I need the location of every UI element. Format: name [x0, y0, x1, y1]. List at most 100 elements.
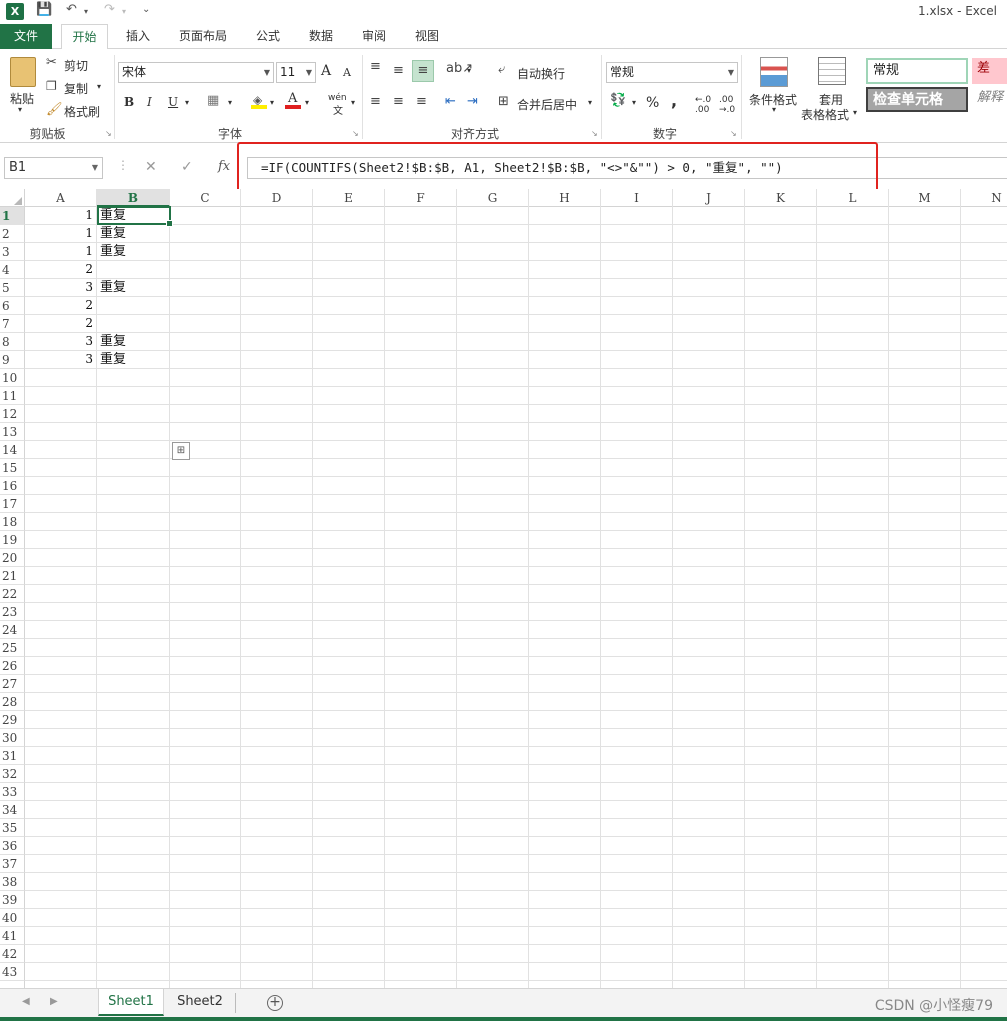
cell-d28[interactable]: [241, 693, 313, 711]
cell-b2[interactable]: 重复: [97, 225, 170, 243]
copy-dropdown-icon[interactable]: ▾: [97, 82, 101, 91]
cell-j32[interactable]: [673, 765, 745, 783]
cell-f10[interactable]: [385, 369, 457, 387]
cell-g37[interactable]: [457, 855, 529, 873]
cell-a21[interactable]: [25, 567, 97, 585]
cell-a14[interactable]: [25, 441, 97, 459]
cell-m41[interactable]: [889, 927, 961, 945]
cell-j43[interactable]: [673, 963, 745, 981]
cell-c17[interactable]: [170, 495, 241, 513]
cell-a8[interactable]: 3: [25, 333, 97, 351]
cell-h20[interactable]: [529, 549, 601, 567]
cell-e3[interactable]: [313, 243, 385, 261]
cell-k22[interactable]: [745, 585, 817, 603]
row-header[interactable]: 35: [0, 819, 25, 837]
cell-j5[interactable]: [673, 279, 745, 297]
cell-h40[interactable]: [529, 909, 601, 927]
cell-g22[interactable]: [457, 585, 529, 603]
align-center-icon[interactable]: ≡: [393, 94, 404, 109]
cell-e36[interactable]: [313, 837, 385, 855]
cell-l19[interactable]: [817, 531, 889, 549]
cell-n32[interactable]: [961, 765, 1007, 783]
cell-i13[interactable]: [601, 423, 673, 441]
cell-l2[interactable]: [817, 225, 889, 243]
cell-f15[interactable]: [385, 459, 457, 477]
cell-h29[interactable]: [529, 711, 601, 729]
cell-e38[interactable]: [313, 873, 385, 891]
cell-i41[interactable]: [601, 927, 673, 945]
redo-dropdown-icon[interactable]: ▾: [122, 7, 126, 16]
cell-g6[interactable]: [457, 297, 529, 315]
cell-l14[interactable]: [817, 441, 889, 459]
cell-l8[interactable]: [817, 333, 889, 351]
cell-d27[interactable]: [241, 675, 313, 693]
cell-b12[interactable]: [97, 405, 170, 423]
cell-j27[interactable]: [673, 675, 745, 693]
cell-a3[interactable]: 1: [25, 243, 97, 261]
cell-c11[interactable]: [170, 387, 241, 405]
cell-l15[interactable]: [817, 459, 889, 477]
cell-f24[interactable]: [385, 621, 457, 639]
cell-m21[interactable]: [889, 567, 961, 585]
cell-b39[interactable]: [97, 891, 170, 909]
cell-e39[interactable]: [313, 891, 385, 909]
cell-g23[interactable]: [457, 603, 529, 621]
cell-a24[interactable]: [25, 621, 97, 639]
cell-d1[interactable]: [241, 207, 313, 225]
cell-m6[interactable]: [889, 297, 961, 315]
cell-c1[interactable]: [170, 207, 241, 225]
cell-l41[interactable]: [817, 927, 889, 945]
column-header-n[interactable]: N: [961, 189, 1007, 207]
cell-h17[interactable]: [529, 495, 601, 513]
cell-n37[interactable]: [961, 855, 1007, 873]
cell-f18[interactable]: [385, 513, 457, 531]
cell-f13[interactable]: [385, 423, 457, 441]
cell-d35[interactable]: [241, 819, 313, 837]
cell-n4[interactable]: [961, 261, 1007, 279]
table-format-dropdown-icon[interactable]: ▾: [853, 108, 857, 117]
cell-h16[interactable]: [529, 477, 601, 495]
cell-a28[interactable]: [25, 693, 97, 711]
cell-j28[interactable]: [673, 693, 745, 711]
cell-n3[interactable]: [961, 243, 1007, 261]
cell-j20[interactable]: [673, 549, 745, 567]
cell-d4[interactable]: [241, 261, 313, 279]
cell-n5[interactable]: [961, 279, 1007, 297]
cell-h11[interactable]: [529, 387, 601, 405]
cell-l24[interactable]: [817, 621, 889, 639]
cell-k8[interactable]: [745, 333, 817, 351]
cell-f8[interactable]: [385, 333, 457, 351]
cell-a29[interactable]: [25, 711, 97, 729]
cell-n19[interactable]: [961, 531, 1007, 549]
paste-dropdown-icon[interactable]: ▾: [18, 105, 22, 114]
decrease-decimal-icon[interactable]: .00 →.0: [719, 95, 735, 115]
cell-a40[interactable]: [25, 909, 97, 927]
cell-b19[interactable]: [97, 531, 170, 549]
cell-c26[interactable]: [170, 657, 241, 675]
cell-i19[interactable]: [601, 531, 673, 549]
cell-m32[interactable]: [889, 765, 961, 783]
cell-m24[interactable]: [889, 621, 961, 639]
cell-n39[interactable]: [961, 891, 1007, 909]
cell-a38[interactable]: [25, 873, 97, 891]
cell-h13[interactable]: [529, 423, 601, 441]
cell-j34[interactable]: [673, 801, 745, 819]
cell-d41[interactable]: [241, 927, 313, 945]
font-color-icon[interactable]: A: [285, 91, 301, 109]
cell-d40[interactable]: [241, 909, 313, 927]
cell-j38[interactable]: [673, 873, 745, 891]
cell-a43[interactable]: [25, 963, 97, 981]
cell-n27[interactable]: [961, 675, 1007, 693]
tab-page-layout[interactable]: 页面布局: [170, 24, 236, 49]
cell-k21[interactable]: [745, 567, 817, 585]
cell-e12[interactable]: [313, 405, 385, 423]
cell-l33[interactable]: [817, 783, 889, 801]
cell-c42[interactable]: [170, 945, 241, 963]
cell-f38[interactable]: [385, 873, 457, 891]
tab-insert[interactable]: 插入: [115, 24, 161, 49]
cell-a39[interactable]: [25, 891, 97, 909]
font-name-select[interactable]: 宋体 ▼: [118, 62, 274, 83]
cell-f5[interactable]: [385, 279, 457, 297]
cell-c20[interactable]: [170, 549, 241, 567]
cell-a6[interactable]: 2: [25, 297, 97, 315]
